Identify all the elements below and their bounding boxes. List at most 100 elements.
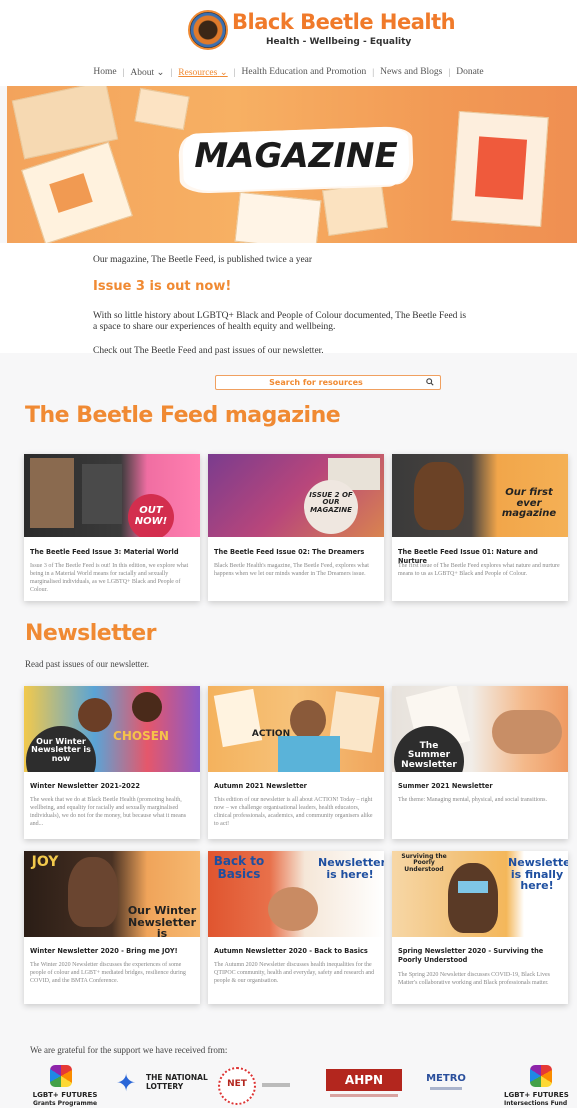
lgbt-futures-icon	[530, 1065, 552, 1087]
cover-illustration	[278, 736, 340, 772]
cover-image-word: Back to Basics	[213, 854, 265, 881]
newsletter-cover-image: Surviving the Poorly Understood Newslett…	[392, 851, 568, 937]
beetle-logo-icon	[188, 10, 228, 50]
hero-newspaper-collage	[322, 182, 388, 236]
hero-newspaper-collage	[234, 191, 322, 243]
sponsor-sub: Intersections Fund	[504, 1100, 568, 1107]
newsletter-card[interactable]: Surviving the Poorly Understood Newslett…	[392, 851, 568, 1004]
magazine-cover-image: OUT NOW!	[24, 454, 200, 537]
nav-donate[interactable]: Donate	[450, 67, 489, 77]
sponsor-name: METRO	[426, 1073, 466, 1084]
card-description: This edition of our newsletter is all ab…	[214, 797, 373, 827]
newsletter-cover-image: CHOSEN Our Winter Newsletter is now	[24, 686, 200, 772]
newsletter-cover-image: Back to Basics Newsletter is here!	[208, 851, 384, 937]
sponsor-lgbt-futures-grants[interactable]: LGBT+ FUTURES Grants Programme	[24, 1065, 106, 1107]
sponsor-name: NET	[227, 1079, 247, 1089]
nav-home[interactable]: Home	[87, 67, 122, 77]
intro-check-out: Check out The Beetle Feed and past issue…	[93, 346, 324, 356]
sponsor-net[interactable]: NET	[218, 1065, 298, 1105]
hero-title: MAGAZINE	[194, 136, 398, 176]
card-title[interactable]: Autumn 2021 Newsletter	[214, 782, 380, 791]
magazine-heading: The Beetle Feed magazine	[25, 403, 341, 428]
card-title[interactable]: Spring Newsletter 2020 - Surviving the P…	[398, 947, 564, 965]
site-header: Black Beetle Health Health - Wellbeing -…	[0, 0, 577, 86]
card-title[interactable]: Summer 2021 Newsletter	[398, 782, 564, 791]
cover-overlay-text: Our Winter Newsletter is	[127, 904, 197, 937]
sponsor-lgbt-futures-intersections[interactable]: LGBT+ FUTURES Intersections Fund	[500, 1065, 577, 1107]
card-description: The Spring 2020 Newsletter discusses COV…	[398, 972, 550, 986]
sponsor-metro[interactable]: METRO	[426, 1065, 468, 1105]
nav-about[interactable]: About ⌄	[124, 67, 170, 78]
chevron-down-icon: ⌄	[156, 67, 165, 78]
magazine-card[interactable]: Our first ever magazine The Beetle Feed …	[392, 454, 568, 601]
metro-logo-strapline	[430, 1087, 462, 1090]
card-description: Black Beetle Health's magazine, The Beet…	[214, 563, 369, 577]
newsletter-card[interactable]: CHOSEN Our Winter Newsletter is now Wint…	[24, 686, 200, 839]
cover-image-word: Surviving the Poorly Understood	[401, 853, 447, 873]
newsletter-cover-image: ACTION	[208, 686, 384, 772]
cover-image-word: CHOSEN	[113, 729, 169, 743]
card-title[interactable]: Winter Newsletter 2020 - Bring me JOY!	[30, 947, 196, 956]
brand-tagline: Health - Wellbeing - Equality	[266, 37, 412, 47]
card-title[interactable]: The Beetle Feed Issue 3: Material World	[30, 548, 196, 557]
main-nav: Home | About ⌄ | Resources ⌄ | Health Ed…	[0, 64, 577, 80]
intro-body-line: With so little history about LGBTQ+ Blac…	[93, 311, 467, 321]
newsletter-heading: Newsletter	[25, 621, 157, 646]
cover-collage	[82, 464, 122, 524]
sponsor-name: LGBT+ FUTURES	[504, 1091, 569, 1099]
sponsor-ahpn[interactable]: AHPN	[326, 1065, 402, 1105]
card-description: The week that we do at Black Beetle Heal…	[30, 797, 187, 827]
newsletter-card[interactable]: JOY Our Winter Newsletter is Winter News…	[24, 851, 200, 1004]
cover-overlay-text: Newsletter is here!	[318, 856, 384, 881]
cover-overlay-text: OUT NOW!	[134, 505, 168, 527]
card-title[interactable]: Winter Newsletter 2021-2022	[30, 782, 196, 791]
magazine-cover-image: Our first ever magazine	[392, 454, 568, 537]
nav-about-label: About	[130, 67, 155, 78]
brand-name: Black Beetle Health	[232, 10, 456, 34]
hero-banner: MAGAZINE	[7, 86, 577, 243]
cover-portrait	[448, 863, 498, 933]
cover-illustration	[78, 698, 112, 732]
magazine-card[interactable]: OUT NOW! The Beetle Feed Issue 3: Materi…	[24, 454, 200, 601]
search-icon[interactable]	[426, 378, 434, 386]
sponsor-national-lottery[interactable]: ✦ THE NATIONAL LOTTERY	[112, 1065, 208, 1105]
newsletter-card[interactable]: Back to Basics Newsletter is here! Autum…	[208, 851, 384, 1004]
nav-resources-label: Resources	[178, 67, 218, 78]
cover-overlay-text: The Summer Newsletter	[401, 741, 457, 770]
lottery-crossed-fingers-icon: ✦	[116, 1069, 137, 1097]
search-input[interactable]	[216, 376, 416, 388]
site-logo[interactable]: Black Beetle Health Health - Wellbeing -…	[188, 10, 456, 54]
cover-illustration	[132, 692, 162, 722]
card-title[interactable]: Autumn Newsletter 2020 - Back to Basics	[214, 947, 380, 956]
newsletter-card[interactable]: The Summer Newsletter Summer 2021 Newsle…	[392, 686, 568, 839]
newsletter-card[interactable]: ACTION Autumn 2021 Newsletter This editi…	[208, 686, 384, 839]
cover-hands	[492, 710, 562, 754]
intro-body-line: a space to share our experiences of heal…	[93, 322, 336, 332]
nav-news-blogs[interactable]: News and Blogs	[374, 67, 448, 77]
intro-line: Our magazine, The Beetle Feed, is publis…	[93, 255, 313, 265]
card-description: The first issue of The Beetle Feed explo…	[398, 563, 560, 577]
issue-heading: Issue 3 is out now!	[93, 279, 232, 294]
nav-resources[interactable]: Resources ⌄	[172, 67, 233, 78]
chevron-down-icon: ⌄	[219, 67, 228, 78]
sponsor-name: THE NATIONAL LOTTERY	[146, 1073, 208, 1091]
card-description: Issue 3 of The Beetle Feed is out! In th…	[30, 563, 189, 593]
hero-newspaper-collage	[134, 87, 190, 131]
sponsor-sub: Grants Programme	[32, 1100, 98, 1107]
cover-collage	[30, 458, 74, 528]
card-description: The theme: Managing mental, physical, an…	[398, 797, 547, 803]
net-logo-strapline	[262, 1083, 290, 1087]
card-description: The Autumn 2020 Newsletter discusses hea…	[214, 962, 375, 984]
cover-image-word: JOY	[31, 854, 59, 870]
card-title[interactable]: The Beetle Feed Issue 02: The Dreamers	[214, 548, 380, 557]
magazine-card[interactable]: ISSUE 2 OF OUR MAGAZINE The Beetle Feed …	[208, 454, 384, 601]
nav-health-education[interactable]: Health Education and Promotion	[236, 67, 373, 77]
cover-overlay-text: Our first ever magazine	[501, 487, 557, 519]
sponsor-name: AHPN	[344, 1073, 384, 1087]
cover-overlay-text: Our Winter Newsletter is now	[31, 737, 91, 763]
cover-portrait	[68, 857, 118, 927]
cover-hands	[268, 887, 318, 931]
newsletter-cover-image: The Summer Newsletter	[392, 686, 568, 772]
cover-overlay-text: Newsletter is finally here!	[508, 856, 568, 893]
lgbt-futures-icon	[50, 1065, 72, 1087]
